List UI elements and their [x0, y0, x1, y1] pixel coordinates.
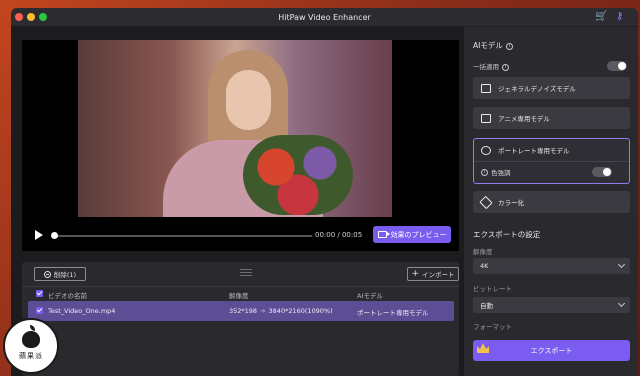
export-label: エクスポート [530, 346, 573, 355]
file-model: ポートレート専用モデル [357, 309, 429, 317]
file-list-header: ビデオの名前 解像度 AIモデル [22, 286, 459, 300]
ai-model-title: AIモデル i [473, 40, 513, 51]
info-icon[interactable]: i [481, 168, 488, 176]
column-header-resolution: 解像度 [229, 292, 249, 300]
model-label: ジェネラルデノイズモデル [498, 85, 576, 93]
chevron-down-icon [617, 260, 626, 269]
column-header-name: ビデオの名前 [48, 292, 87, 300]
crown-icon [477, 343, 489, 353]
model-general-denoise[interactable]: ジェネラルデノイズモデル [473, 77, 630, 99]
color-enhance-toggle[interactable] [592, 167, 612, 177]
watermark-text: 蘋果派 [19, 352, 43, 360]
app-window: HitPaw Video Enhancer 🛒 ⚷ 00:00 / 00:05 … [11, 8, 638, 376]
ai-model-title-text: AIモデル [473, 41, 503, 50]
resolution-label: 解像度 [473, 248, 493, 256]
colorize-icon [479, 195, 493, 209]
chevron-down-icon [617, 299, 626, 308]
resolution-to: 3840*2160(1090%) [268, 307, 333, 315]
info-icon[interactable]: i [505, 42, 513, 50]
select-all-checkbox[interactable] [36, 290, 43, 297]
bitrate-select[interactable]: 自動 [473, 297, 630, 313]
video-camera-icon [377, 231, 390, 238]
title-bar: HitPaw Video Enhancer 🛒 ⚷ [11, 8, 638, 27]
seek-handle[interactable] [51, 232, 58, 239]
file-resolution: 352*198 ➔ 3840*2160(1090%) [229, 307, 333, 315]
model-label: アニメ専用モデル [498, 115, 550, 123]
arrow-right-icon: ➔ [260, 307, 266, 315]
bitrate-value: 自動 [480, 302, 493, 310]
key-icon[interactable]: ⚷ [616, 11, 623, 22]
divider [474, 161, 629, 162]
import-label: インポート [422, 271, 455, 279]
info-icon[interactable]: i [502, 63, 509, 71]
collapse-handle-icon[interactable] [240, 269, 252, 278]
video-preview[interactable] [78, 40, 392, 217]
bitrate-label: ビットレート [473, 285, 512, 293]
workspace: 00:00 / 00:05 効果のプレビュー 削除(1) + インポート ビデオ… [11, 27, 464, 376]
batch-apply-label: 一括適用 i [473, 61, 509, 71]
export-settings-title: エクスポートの設定 [473, 230, 541, 239]
resolution-select[interactable]: 4K [473, 258, 630, 274]
model-portrait-head: ポートレート専用モデル [481, 145, 570, 155]
model-colorize[interactable]: カラー化 [473, 191, 630, 213]
face-icon [481, 145, 491, 155]
apple-icon [22, 325, 40, 348]
video-player: 00:00 / 00:05 効果のプレビュー [22, 40, 459, 251]
film-icon [481, 83, 491, 93]
plus-icon: + [411, 268, 420, 279]
preview-effect-button[interactable]: 効果のプレビュー [373, 226, 451, 243]
model-anime[interactable]: アニメ専用モデル [473, 107, 630, 129]
delete-label: 削除(1) [53, 271, 77, 279]
delete-button[interactable]: 削除(1) [34, 267, 86, 281]
play-icon[interactable] [35, 230, 43, 240]
table-row[interactable]: Test_Video_One.mp4 352*198 ➔ 3840*2160(109… [28, 301, 454, 321]
settings-sidebar: AIモデル i 一括適用 i ジェネラルデノイズモデル アニメ専用モデル ポートレー… [464, 27, 638, 376]
format-label: フォーマット [473, 323, 512, 331]
file-name: Test_Video_One.mp4 [48, 307, 116, 315]
preview-effect-label: 効果のプレビュー [390, 230, 447, 239]
video-subject-face [226, 70, 271, 130]
file-list-panel: 削除(1) + インポート ビデオの名前 解像度 AIモデル Test_Vide… [22, 262, 459, 376]
model-label: カラー化 [498, 199, 524, 207]
cart-icon[interactable]: 🛒 [595, 11, 607, 22]
anime-icon [481, 113, 491, 123]
model-portrait[interactable]: ポートレート専用モデル i 色強調 [473, 138, 630, 184]
seek-bar[interactable] [52, 235, 312, 237]
watermark-logo: 蘋果派 [3, 318, 59, 374]
import-button[interactable]: + インポート [407, 267, 459, 281]
window-title: HitPaw Video Enhancer [278, 13, 371, 22]
model-label: ポートレート専用モデル [498, 147, 570, 155]
playback-time: 00:00 / 00:05 [315, 231, 363, 239]
color-enhance-label: 色強調 [491, 169, 511, 177]
resolution-value: 4K [480, 262, 489, 270]
batch-apply-toggle[interactable] [607, 61, 627, 71]
row-checkbox[interactable] [36, 307, 43, 314]
minus-circle-icon [43, 270, 51, 278]
batch-apply-text: 一括適用 [473, 63, 499, 71]
video-subject-flowers [243, 135, 353, 215]
resolution-from: 352*198 [229, 307, 258, 315]
column-header-model: AIモデル [357, 292, 383, 300]
color-enhance-row: i 色強調 [481, 167, 511, 177]
export-button[interactable]: エクスポート [473, 340, 630, 361]
